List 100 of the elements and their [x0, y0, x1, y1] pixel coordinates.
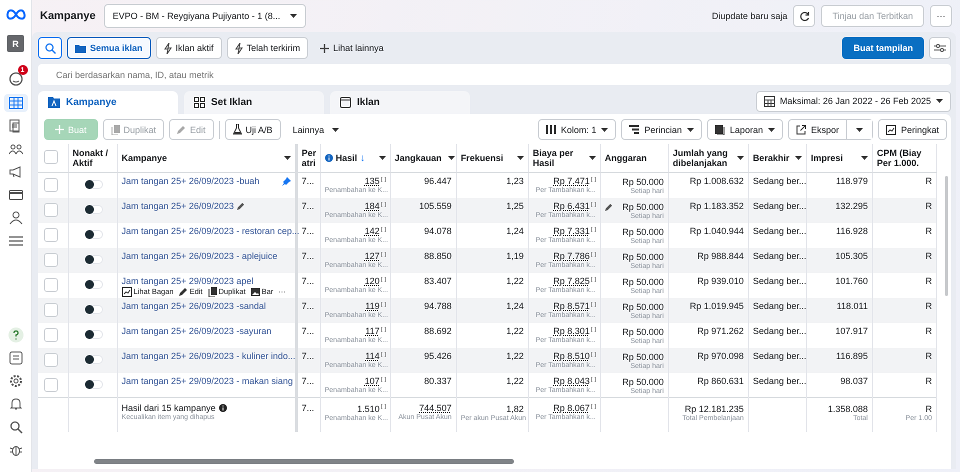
- vertical-scrollbar[interactable]: [945, 176, 948, 296]
- sidebar-item[interactable]: [4, 94, 28, 112]
- create-view-button[interactable]: Buat tampilan: [842, 37, 924, 59]
- row-checkbox[interactable]: [44, 328, 58, 342]
- toolbar-button[interactable]: Peringkat: [878, 119, 947, 140]
- search-field[interactable]: Cari berdasarkan nama, ID, atau metrik: [38, 64, 951, 85]
- caret-icon: [290, 14, 298, 18]
- table-cell: Rp 12.181.235: [684, 403, 744, 414]
- row-checkbox[interactable]: [44, 252, 58, 266]
- row-checkbox[interactable]: [44, 278, 58, 292]
- table-cell: Rp 1.183.352: [690, 200, 744, 210]
- table-cell: 114: [365, 350, 380, 360]
- people-icon: [8, 143, 22, 155]
- status-toggle[interactable]: [84, 280, 103, 288]
- status-toggle[interactable]: [84, 354, 103, 364]
- table-cell: 7...: [302, 300, 314, 310]
- status-toggle[interactable]: [84, 304, 103, 314]
- level-tab[interactable]: Kampanye: [38, 91, 178, 114]
- sort-arrow: ↓: [360, 152, 366, 164]
- filter-chip[interactable]: Telah terkirim: [226, 37, 308, 59]
- table-cell: Sedang ber...: [752, 324, 806, 336]
- more-button[interactable]: ···: [930, 5, 952, 27]
- date-range-picker[interactable]: Maksimal: 26 Jan 2022 - 26 Feb 2025: [756, 90, 951, 112]
- toolbar-button[interactable]: Kolom: 1: [538, 119, 616, 140]
- column-header[interactable]: Frekuensi: [460, 152, 504, 164]
- column-header[interactable]: Berakhir: [752, 152, 790, 164]
- campaign-link[interactable]: Jam tangan 25+ 26/09/2023 - restoran cep...: [122, 226, 300, 236]
- row-checkbox[interactable]: [44, 352, 58, 366]
- row-checkbox[interactable]: [44, 302, 58, 316]
- table-cell: Sedang ber...: [752, 200, 806, 210]
- filter-chip[interactable]: Lihat lainnya: [313, 37, 391, 59]
- column-header[interactable]: Anggaran: [604, 152, 647, 164]
- row-checkbox[interactable]: [44, 202, 58, 216]
- status-toggle[interactable]: [84, 230, 103, 238]
- table-cell: Rp 50.000: [622, 250, 664, 262]
- pencil-icon[interactable]: [236, 202, 245, 210]
- campaign-link[interactable]: Jam tangan 25+ 26/09/2023 -buah: [122, 176, 260, 186]
- column-header[interactable]: Kampanye: [122, 152, 168, 164]
- pencil-icon[interactable]: [604, 202, 613, 210]
- bug-icon: [8, 443, 22, 457]
- search-button[interactable]: [38, 37, 62, 59]
- status-toggle[interactable]: [84, 330, 103, 338]
- table-cell: 7...: [302, 250, 314, 260]
- status-toggle[interactable]: [84, 380, 103, 388]
- table-cell: 1,22: [506, 274, 524, 286]
- level-tab[interactable]: Iklan: [330, 91, 470, 114]
- pin-icon[interactable]: [282, 176, 291, 186]
- table-cell: 7...: [302, 274, 314, 286]
- table-cell: Rp 50.000: [622, 350, 664, 362]
- toolbar-button[interactable]: Laporan: [706, 119, 783, 140]
- refresh-button[interactable]: [793, 5, 816, 27]
- avatar[interactable]: R: [7, 35, 24, 52]
- table-cell: 1,22: [506, 324, 524, 336]
- column-header[interactable]: Jumlah yang dibelanjakan: [672, 148, 731, 168]
- plus-icon: [320, 44, 330, 52]
- column-header[interactable]: Jangkauan: [394, 152, 442, 164]
- status-toggle[interactable]: [84, 204, 103, 214]
- column-header[interactable]: Impresi: [810, 152, 843, 164]
- table-cell: Rp 6.431: [553, 200, 590, 210]
- campaign-link[interactable]: Jam tangan 25+ 29/09/2023 - makan siang: [122, 376, 293, 386]
- table-cell: Rp 7.786: [553, 250, 590, 260]
- lightning-icon: [234, 42, 243, 54]
- table-cell: Rp 971.262: [697, 324, 744, 336]
- column-header[interactable]: Hasil: [336, 152, 358, 164]
- infinity-logo: [6, 9, 26, 20]
- table-cell: 7...: [302, 324, 314, 336]
- note-icon: [590, 302, 596, 306]
- status-toggle[interactable]: [84, 254, 103, 264]
- action-button[interactable]: Uji A/B: [224, 119, 281, 140]
- folder-icon: [75, 44, 86, 52]
- export-menu-button[interactable]: [846, 120, 872, 139]
- column-header[interactable]: Nonakt / Aktif: [72, 148, 113, 168]
- row-checkbox[interactable]: [44, 228, 58, 242]
- account-dropdown[interactable]: EVPO - BM - Reygiyana Pujiyanto - 1 (8...: [104, 4, 306, 28]
- campaign-link[interactable]: Jam tangan 25+ 26/09/2023 -sayuran: [122, 326, 272, 336]
- table-cell: 116.928: [836, 224, 868, 236]
- table-cell: Rp 1.019.945: [690, 300, 744, 310]
- note-icon: [380, 404, 386, 409]
- filter-chip[interactable]: Semua iklan: [67, 37, 151, 59]
- table-cell: Sedang ber...: [752, 374, 806, 386]
- duplicate-icon: [110, 124, 120, 134]
- status-toggle[interactable]: [84, 180, 103, 189]
- row-checkbox[interactable]: [44, 378, 58, 392]
- table-cell: 88.850: [424, 250, 452, 260]
- level-tab[interactable]: Set Iklan: [184, 91, 324, 114]
- row-checkbox[interactable]: [44, 178, 58, 192]
- table-icon: [8, 97, 22, 109]
- select-all-checkbox[interactable]: [44, 150, 58, 164]
- note-icon: [590, 202, 596, 206]
- toolbar-button[interactable]: Perincian: [621, 119, 702, 140]
- note-icon: [590, 404, 596, 409]
- table-cell: Sedang ber...: [752, 350, 806, 360]
- column-header[interactable]: CPM (Biay Per 1.000.: [876, 148, 932, 168]
- table-cell: 107.917: [835, 324, 868, 336]
- table-cell: Rp 7.471: [553, 176, 590, 186]
- settings-button[interactable]: [929, 37, 951, 59]
- campaign-link[interactable]: Jam tangan 25+ 29/09/2023 apel: [122, 276, 254, 286]
- horizontal-scrollbar[interactable]: [94, 459, 514, 464]
- filter-chip[interactable]: Iklan aktif: [156, 37, 222, 59]
- column-header[interactable]: Biaya per Hasil: [532, 148, 583, 168]
